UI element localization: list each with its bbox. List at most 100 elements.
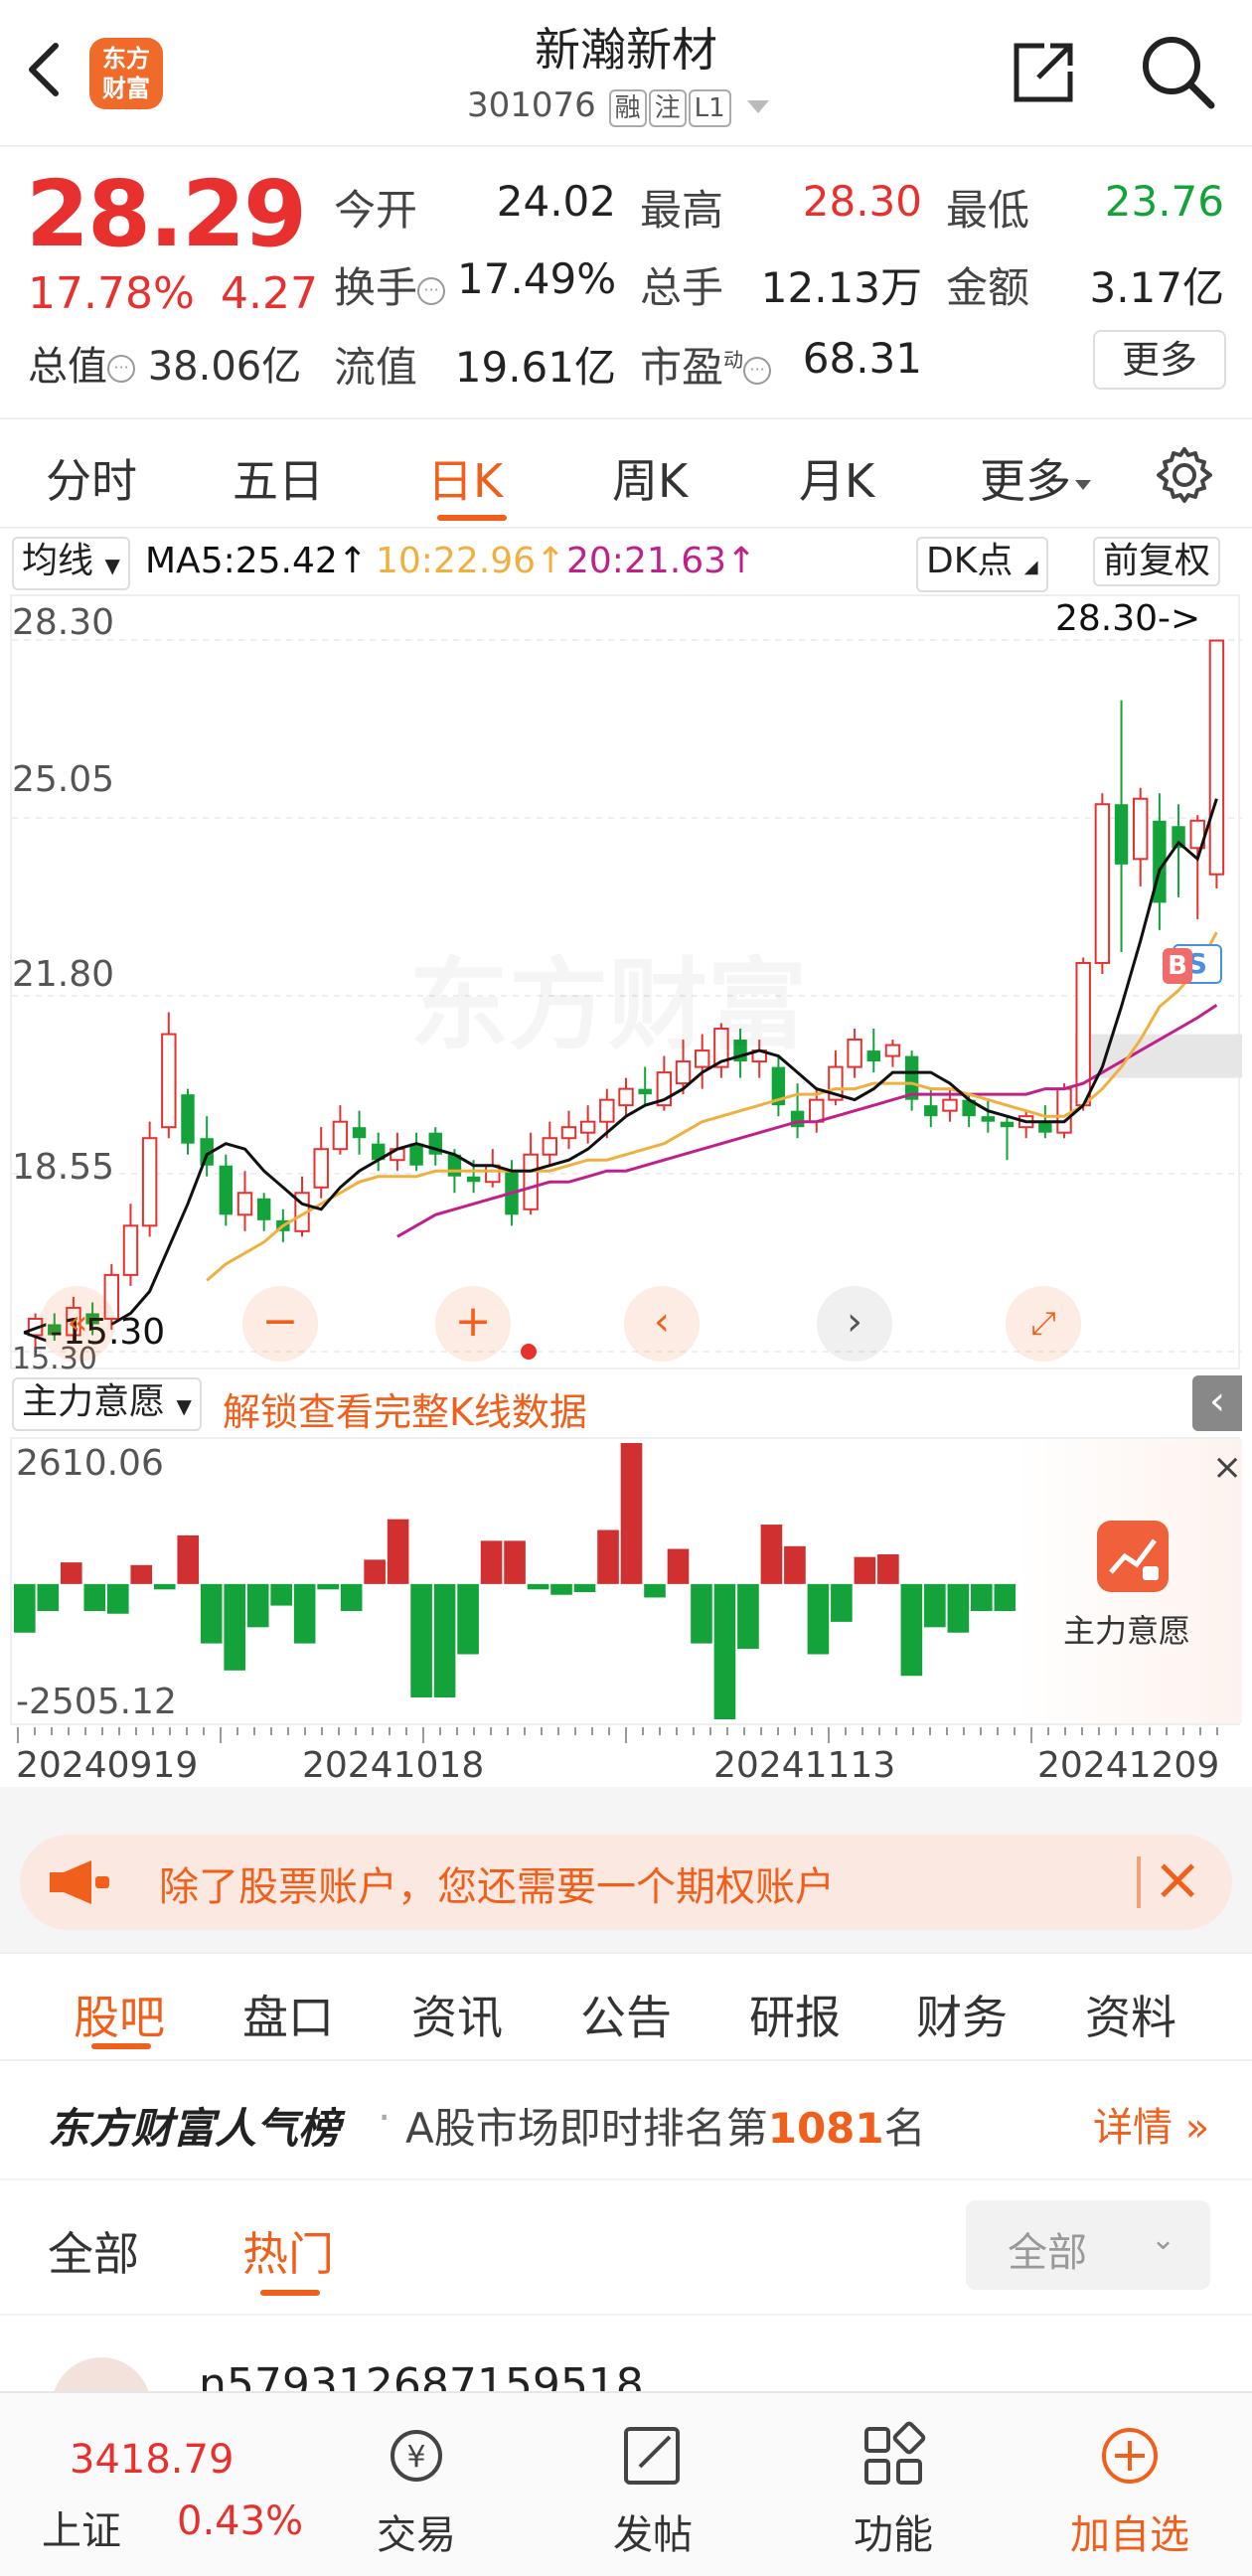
close-icon[interactable]: × bbox=[1153, 1845, 1202, 1914]
corner-icon: ◢ bbox=[1023, 557, 1038, 577]
candle-body bbox=[352, 1127, 367, 1139]
nav-trade[interactable]: ¥ 交易 bbox=[332, 2393, 501, 2576]
zoom-in-icon[interactable]: + bbox=[435, 1286, 511, 1362]
avatar[interactable] bbox=[52, 2357, 151, 2391]
filter-hot[interactable]: 热门 bbox=[242, 2218, 334, 2284]
indicator-side-card[interactable]: × 主力意愿 bbox=[1016, 1439, 1242, 1723]
candle-body bbox=[884, 1044, 901, 1057]
period-tabs: 分时 五日 日K 周K 月K 更多 bbox=[0, 417, 1252, 529]
svg-text:¥: ¥ bbox=[406, 2440, 425, 2475]
tab-order-book[interactable]: 盘口 bbox=[242, 1982, 334, 2047]
dk-point-toggle[interactable]: DK点 ◢ bbox=[916, 537, 1048, 592]
info-icon[interactable]: ··· bbox=[417, 276, 446, 305]
indicator-bar bbox=[106, 1583, 129, 1614]
detail-label: 详情 bbox=[1093, 2105, 1173, 2151]
indicator-select[interactable]: 均线 ▼ bbox=[12, 537, 130, 590]
info-icon[interactable]: ··· bbox=[743, 356, 772, 385]
tab-news[interactable]: 资讯 bbox=[411, 1982, 503, 2047]
indicator-bar bbox=[130, 1564, 153, 1584]
date-axis: 20240919 20241018 20241113 20241209 bbox=[0, 1727, 1252, 1787]
scroll-right-icon[interactable]: › bbox=[817, 1286, 892, 1362]
registered-tag: 注 bbox=[648, 89, 687, 127]
tab-more-periods[interactable]: 更多 bbox=[980, 445, 1091, 511]
indicator-bar bbox=[364, 1559, 386, 1584]
candle-body bbox=[236, 1192, 253, 1216]
tab-weekly-k[interactable]: 周K bbox=[612, 445, 688, 511]
tab-profile[interactable]: 资料 bbox=[1085, 1982, 1176, 2047]
tab-monthly-k[interactable]: 月K bbox=[799, 445, 874, 511]
candle-body bbox=[638, 1088, 652, 1095]
candle-body bbox=[523, 1153, 539, 1210]
indicator-bar bbox=[737, 1583, 759, 1650]
scroll-left-icon[interactable]: ‹ bbox=[624, 1286, 700, 1362]
rank-suffix: 名 bbox=[883, 2104, 926, 2153]
indicator-chart[interactable]: 2610.06 -2505.12 × 主力意愿 bbox=[10, 1437, 1242, 1725]
candle-body bbox=[560, 1126, 577, 1140]
tab-intraday[interactable]: 分时 bbox=[46, 445, 137, 511]
share-icon[interactable] bbox=[1009, 38, 1078, 107]
post-author[interactable]: n579312687159518 bbox=[199, 2359, 644, 2391]
indicator-selector[interactable]: 主力意愿 ▼ bbox=[12, 1377, 202, 1431]
collapse-panel-icon[interactable]: ‹ bbox=[1192, 1375, 1242, 1431]
amount-value: 3.17亿 bbox=[1089, 263, 1224, 312]
open-value: 24.02 bbox=[496, 177, 616, 226]
pe-label: 市盈动 ··· bbox=[640, 334, 772, 395]
more-quote-button[interactable]: 更多 bbox=[1093, 330, 1226, 390]
filter-all[interactable]: 全部 bbox=[48, 2218, 139, 2284]
indicator-bar bbox=[224, 1583, 246, 1671]
zoom-out-icon[interactable]: − bbox=[242, 1286, 318, 1362]
scroll-left-fast-icon[interactable]: « bbox=[40, 1286, 115, 1362]
index-value[interactable]: 3418.79 bbox=[70, 2437, 234, 2483]
promo-banner[interactable]: 除了股票账户，您还需要一个期权账户 × bbox=[20, 1835, 1232, 1930]
buy-signal-icon[interactable]: B bbox=[1163, 948, 1192, 984]
unlock-kline-link[interactable]: 解锁查看完整K线数据 bbox=[223, 1381, 587, 1436]
post-item[interactable]: n579312687159518 bbox=[0, 2318, 1252, 2391]
candle-body bbox=[409, 1143, 423, 1166]
tab-five-day[interactable]: 五日 bbox=[233, 445, 324, 511]
promo-divider bbox=[1137, 1856, 1141, 1908]
tab-guba[interactable]: 股吧 bbox=[74, 1982, 165, 2047]
level1-tag: L1 bbox=[688, 89, 731, 127]
post-type-select[interactable]: 全部 ⌄ bbox=[966, 2200, 1210, 2290]
tab-research[interactable]: 研报 bbox=[749, 1982, 841, 2047]
candle-body bbox=[924, 1105, 938, 1117]
candle-body bbox=[942, 1098, 958, 1112]
tab-financials[interactable]: 财务 bbox=[916, 1982, 1008, 2047]
y-tick-label: 18.55 bbox=[12, 1147, 115, 1188]
index-name[interactable]: 上证 bbox=[42, 2498, 121, 2556]
candle-body bbox=[466, 1176, 481, 1183]
kline-chart[interactable]: 28.30 25.05 21.80 18.55 15.30 28.30-> <-… bbox=[10, 594, 1242, 1376]
candle-body bbox=[1094, 803, 1111, 964]
indicator-bar bbox=[60, 1562, 82, 1584]
tab-announcements[interactable]: 公告 bbox=[580, 1982, 672, 2047]
active-filter-indicator bbox=[260, 2290, 320, 2296]
fullscreen-icon[interactable]: ⤢ bbox=[1006, 1286, 1081, 1362]
date-axis-ticks bbox=[17, 1727, 1218, 1743]
search-icon[interactable] bbox=[1138, 32, 1217, 111]
last-price: 28.29 bbox=[26, 161, 307, 267]
candle-body bbox=[809, 1098, 825, 1123]
index-change: 0.43% bbox=[177, 2498, 304, 2544]
candle-body bbox=[542, 1137, 558, 1156]
gear-icon[interactable] bbox=[1155, 445, 1214, 505]
candle-body bbox=[1000, 1121, 1015, 1128]
popularity-row[interactable]: 东方财富人气榜 · A股市场即时排名第1081名 详情 » bbox=[0, 2061, 1252, 2180]
dk-label: DK点 bbox=[926, 541, 1014, 581]
candle-body bbox=[1038, 1121, 1052, 1133]
yen-icon: ¥ bbox=[382, 2421, 451, 2491]
info-icon[interactable]: ··· bbox=[107, 355, 135, 383]
float-cap-value: 19.61亿 bbox=[454, 343, 616, 392]
nav-add-watchlist[interactable]: 加自选 bbox=[1045, 2393, 1214, 2576]
change-amount: 4.27 bbox=[221, 268, 318, 319]
adjust-select[interactable]: 前复权 bbox=[1093, 537, 1221, 586]
date-tick-label: 20241018 bbox=[302, 1745, 485, 1786]
nav-features[interactable]: 功能 bbox=[809, 2393, 978, 2576]
section-tabs: 股吧 盘口 资讯 公告 研报 财务 资料 bbox=[0, 1952, 1252, 2061]
close-icon[interactable]: × bbox=[1212, 1447, 1242, 1488]
tab-daily-k[interactable]: 日K bbox=[427, 445, 503, 511]
nav-post[interactable]: 发帖 bbox=[568, 2393, 737, 2576]
double-chevron-icon: » bbox=[1173, 2105, 1210, 2151]
detail-link[interactable]: 详情 » bbox=[1093, 2095, 1209, 2153]
market-cap-value: 38.06亿 bbox=[147, 344, 302, 390]
stock-code-row[interactable]: 301076 融注 L1 bbox=[467, 85, 770, 127]
